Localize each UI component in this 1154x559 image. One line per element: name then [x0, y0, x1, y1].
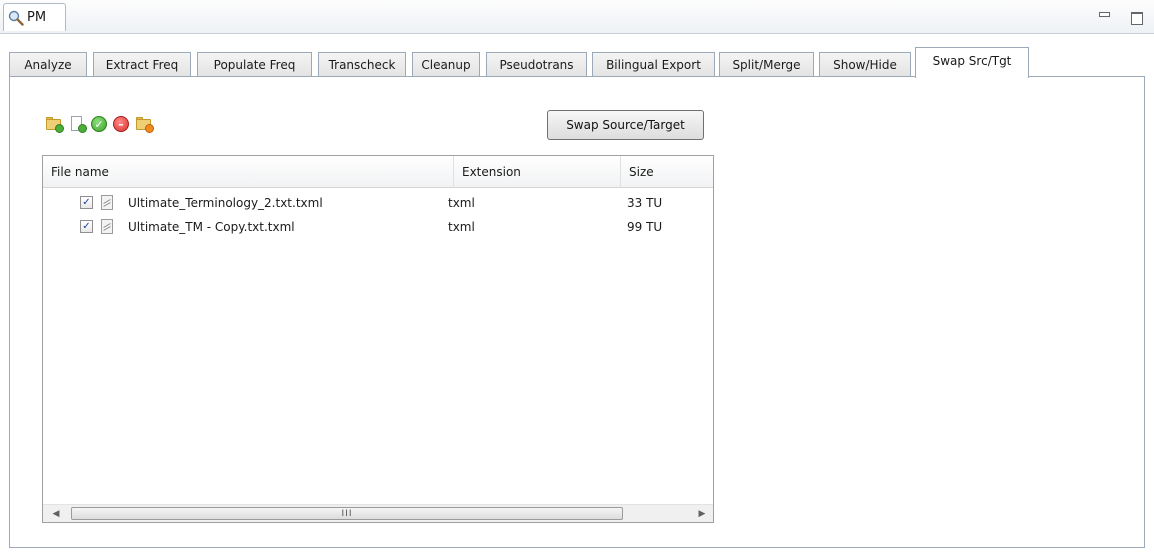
tab-strip: Analyze Extract Freq Populate Freq Trans…	[9, 47, 1145, 78]
remove-folder-icon[interactable]	[135, 115, 154, 133]
column-header-file-name[interactable]: File name	[43, 156, 454, 188]
minimize-icon[interactable]	[1097, 10, 1111, 24]
file-name-cell: Ultimate_TM - Copy.txt.txml	[128, 220, 295, 234]
scroll-right-icon[interactable]: ▶	[693, 505, 711, 522]
extension-cell: txml	[448, 196, 475, 210]
column-header-extension[interactable]: Extension	[454, 156, 621, 188]
row-checkbox[interactable]: ✓	[80, 220, 93, 233]
tab-transcheck[interactable]: Transcheck	[318, 52, 406, 77]
maximize-icon[interactable]	[1130, 10, 1144, 25]
tab-split-merge[interactable]: Split/Merge	[719, 52, 814, 77]
swap-source-target-button[interactable]: Swap Source/Target	[547, 110, 704, 140]
check-all-icon[interactable]: ✓	[90, 115, 108, 133]
add-file-icon[interactable]	[68, 115, 87, 133]
size-cell: 33 TU	[627, 196, 663, 210]
tab-cleanup[interactable]: Cleanup	[412, 52, 480, 77]
file-table: File name Extension Size ✓ Ultimate_Term…	[42, 155, 714, 523]
tab-populate-freq[interactable]: Populate Freq	[197, 52, 312, 77]
tab-swap-src-tgt[interactable]: Swap Src/Tgt	[915, 47, 1029, 78]
add-folder-icon[interactable]	[45, 115, 64, 133]
column-header-size[interactable]: Size	[621, 156, 713, 188]
scrollbar-thumb[interactable]: III	[71, 507, 623, 520]
view-title: PM	[27, 10, 47, 25]
tab-analyze[interactable]: Analyze	[9, 52, 87, 77]
extension-cell: txml	[448, 220, 475, 234]
table-row[interactable]: ✓ Ultimate_TM - Copy.txt.txml txml 99 TU	[43, 216, 713, 238]
file-name-cell: Ultimate_Terminology_2.txt.txml	[128, 196, 323, 210]
horizontal-scrollbar[interactable]: ◀ III ▶	[43, 504, 713, 522]
table-row[interactable]: ✓ Ultimate_Terminology_2.txt.txml txml 3…	[43, 192, 713, 214]
scroll-left-icon[interactable]: ◀	[47, 505, 65, 522]
tab-bilingual-export[interactable]: Bilingual Export	[592, 52, 715, 77]
magnifier-icon	[8, 10, 24, 26]
txml-file-icon	[99, 219, 115, 235]
row-checkbox[interactable]: ✓	[80, 196, 93, 209]
tab-extract-freq[interactable]: Extract Freq	[93, 52, 191, 77]
txml-file-icon	[99, 195, 115, 211]
size-cell: 99 TU	[627, 220, 663, 234]
table-header: File name Extension Size	[43, 156, 713, 188]
uncheck-all-icon[interactable]: –	[112, 115, 130, 133]
view-tab-pm[interactable]: PM	[3, 3, 66, 31]
tab-pseudotrans[interactable]: Pseudotrans	[486, 52, 587, 77]
tab-show-hide[interactable]: Show/Hide	[819, 52, 911, 77]
view-title-bar: PM	[0, 0, 1154, 34]
